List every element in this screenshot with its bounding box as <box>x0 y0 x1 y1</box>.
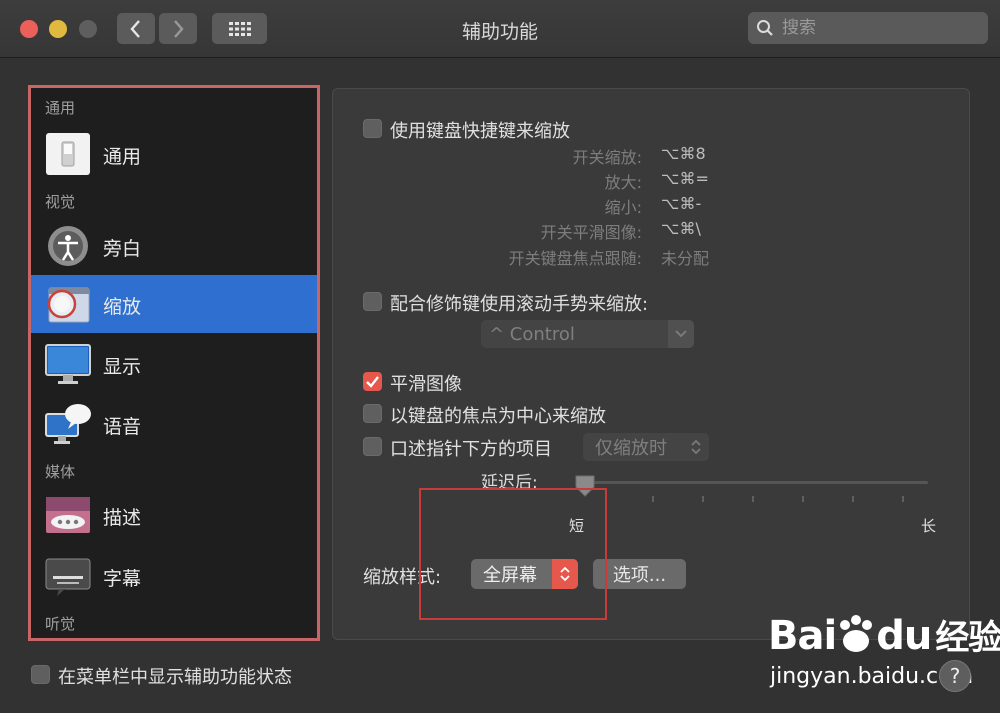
speak-under-pointer-popup[interactable]: 仅缩放时 <box>583 433 709 461</box>
shortcut-keys: ⌥⌘\ <box>661 219 701 238</box>
sidebar-item-label: 显示 <box>103 356 142 378</box>
sidebar-item-label: 通用 <box>103 146 142 168</box>
scroll-gesture-label: 配合修饰键使用滚动手势来缩放: <box>390 294 649 315</box>
delay-slider-track[interactable] <box>578 481 928 484</box>
speak-under-pointer-checkbox[interactable] <box>363 437 382 456</box>
display-icon <box>45 342 91 386</box>
shortcut-name: 缩小: <box>604 198 642 217</box>
modifier-key-popup[interactable]: ^ Control <box>481 320 694 348</box>
section-vision: 视觉 <box>45 193 76 211</box>
watermark-brand-left: Bai <box>768 613 837 659</box>
shortcut-name: 开关缩放: <box>572 148 642 167</box>
sidebar-item-descriptions[interactable]: 描述 <box>31 486 317 544</box>
search-input[interactable] <box>780 17 974 39</box>
menu-bar-status-label: 在菜单栏中显示辅助功能状态 <box>58 667 292 688</box>
up-down-arrows-icon <box>691 439 701 455</box>
speak-under-pointer-value: 仅缩放时 <box>595 438 667 459</box>
modifier-key-value: ^ Control <box>489 323 575 345</box>
sidebar-item-label: 语音 <box>103 416 142 438</box>
smooth-images-checkbox[interactable] <box>363 372 382 391</box>
zoom-icon <box>45 282 91 326</box>
annotation-highlight-box <box>419 488 607 620</box>
shortcut-keys: ⌥⌘8 <box>661 144 706 163</box>
title-bar: 辅助功能 <box>0 0 1000 58</box>
search-field[interactable] <box>748 12 988 44</box>
sidebar-item-display[interactable]: 显示 <box>31 335 317 393</box>
chevron-down-icon <box>668 320 694 348</box>
captions-icon <box>45 554 91 598</box>
search-icon <box>757 20 773 36</box>
delay-max-label: 长 <box>921 517 937 535</box>
speak-under-pointer-label: 口述指针下方的项目 <box>390 439 552 460</box>
follow-focus-checkbox[interactable] <box>363 404 382 423</box>
shortcut-keys: 未分配 <box>661 249 710 268</box>
shortcut-name: 开关平滑图像: <box>540 223 642 242</box>
section-hearing: 听觉 <box>45 615 76 633</box>
checkmark-icon <box>366 376 379 388</box>
sidebar-item-label: 缩放 <box>103 296 142 318</box>
watermark-brand-suffix: 经验 <box>935 618 1000 658</box>
sidebar-item-general[interactable]: 通用 <box>31 125 317 183</box>
shortcut-name: 放大: <box>604 173 642 192</box>
sidebar: 通用 通用 视觉 旁白 缩放 显示 语音 媒体 描述 字幕 听觉 <box>28 85 320 641</box>
menu-bar-status-checkbox[interactable] <box>31 665 50 684</box>
sidebar-item-captions[interactable]: 字幕 <box>31 547 317 605</box>
section-media: 媒体 <box>45 463 76 481</box>
sidebar-item-label: 旁白 <box>103 238 142 260</box>
smooth-images-label: 平滑图像 <box>390 374 462 395</box>
speech-icon <box>45 402 91 446</box>
help-button[interactable]: ? <box>939 660 971 692</box>
watermark-brand-right: du <box>876 613 932 659</box>
sidebar-item-zoom[interactable]: 缩放 <box>31 275 317 333</box>
sidebar-item-voiceover[interactable]: 旁白 <box>31 217 317 275</box>
paw-icon <box>840 615 873 652</box>
sidebar-item-speech[interactable]: 语音 <box>31 395 317 453</box>
shortcut-name: 开关键盘焦点跟随: <box>508 249 642 268</box>
follow-focus-label: 以键盘的焦点为中心来缩放 <box>390 406 606 427</box>
sidebar-item-label: 字幕 <box>103 568 142 590</box>
scroll-gesture-checkbox[interactable] <box>363 292 382 311</box>
section-general: 通用 <box>45 99 76 117</box>
keyboard-shortcuts-checkbox[interactable] <box>363 119 382 138</box>
shortcut-keys: ⌥⌘- <box>661 194 702 213</box>
voiceover-icon <box>45 224 91 268</box>
descriptions-icon <box>45 493 91 537</box>
help-icon: ? <box>949 664 961 688</box>
sidebar-item-label: 描述 <box>103 507 142 529</box>
keyboard-shortcuts-label: 使用键盘快捷键来缩放 <box>390 121 570 142</box>
shortcut-keys: ⌥⌘= <box>661 169 709 188</box>
general-switch-icon <box>45 132 91 176</box>
